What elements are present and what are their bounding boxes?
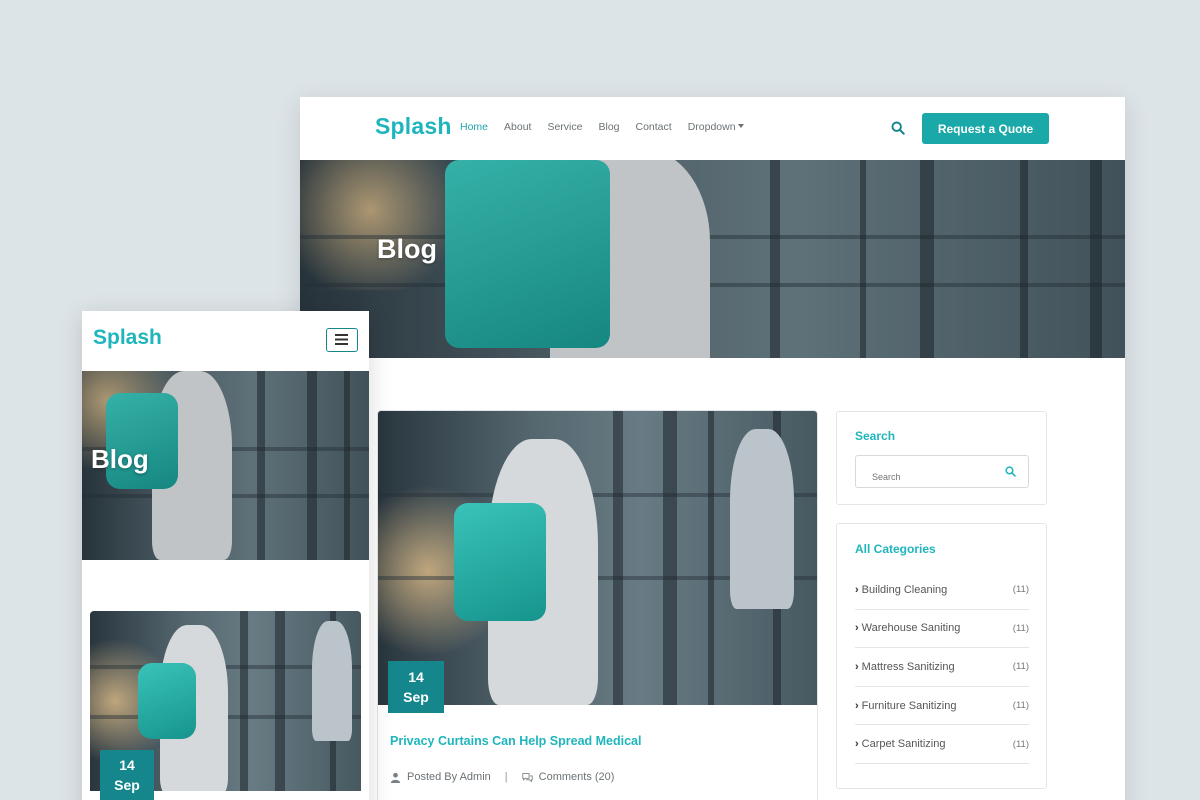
nav-item-service[interactable]: Service bbox=[547, 121, 582, 133]
mobile-mockup: Splash Blog 14 Sep bbox=[82, 311, 369, 800]
search-icon[interactable] bbox=[891, 121, 905, 135]
post-date-badge: 14 Sep bbox=[100, 750, 154, 800]
menu-icon bbox=[335, 334, 348, 345]
category-list: › Building Cleaning (11) › Warehouse Sanit… bbox=[855, 571, 1029, 764]
nav-item-dropdown[interactable]: Dropdown bbox=[688, 121, 744, 133]
category-label: › Warehouse Saniting bbox=[855, 622, 961, 635]
category-count: (11) bbox=[1012, 738, 1029, 750]
caret-down-icon bbox=[737, 124, 744, 128]
chevron-right-icon: › bbox=[855, 738, 859, 751]
post-author[interactable]: Posted By Admin bbox=[407, 771, 491, 783]
category-item-carpet-sanitizing[interactable]: › Carpet Sanitizing (11) bbox=[855, 725, 1029, 764]
nav-item-contact[interactable]: Contact bbox=[636, 121, 672, 133]
category-item-building-cleaning[interactable]: › Building Cleaning (11) bbox=[855, 571, 1029, 610]
desktop-mockup: Splash Home About Service Blog Contact D… bbox=[300, 97, 1125, 800]
post-date-badge: 14 Sep bbox=[388, 661, 444, 713]
category-count: (11) bbox=[1012, 661, 1029, 673]
post-date-day: 14 bbox=[408, 669, 424, 685]
sidebar-search-input[interactable] bbox=[855, 455, 1029, 488]
desktop-header: Splash Home About Service Blog Contact D… bbox=[300, 97, 1125, 160]
menu-toggle-button[interactable] bbox=[326, 328, 358, 352]
chevron-right-icon: › bbox=[855, 583, 859, 596]
user-icon bbox=[390, 772, 401, 783]
post-date-month: Sep bbox=[114, 777, 140, 793]
category-item-warehouse-saniting[interactable]: › Warehouse Saniting (11) bbox=[855, 610, 1029, 649]
category-count: (11) bbox=[1012, 584, 1029, 596]
post-comments[interactable]: Comments (20) bbox=[539, 771, 615, 783]
sidebar-categories-widget: All Categories › Building Cleaning (11) ›… bbox=[836, 523, 1047, 789]
desktop-hero-title: Blog bbox=[377, 234, 437, 264]
nav-item-dropdown-label: Dropdown bbox=[687, 121, 736, 133]
nav-item-home[interactable]: Home bbox=[460, 121, 488, 133]
search-icon[interactable] bbox=[1005, 466, 1016, 477]
search-widget-title: Search bbox=[855, 429, 896, 443]
category-count: (11) bbox=[1012, 700, 1029, 712]
chevron-right-icon: › bbox=[855, 622, 859, 635]
sidebar-search-widget: Search bbox=[836, 411, 1047, 505]
post-date-day: 14 bbox=[119, 757, 135, 773]
post-title[interactable]: Privacy Curtains Can Help Spread Medical bbox=[390, 734, 641, 748]
mobile-hero-banner: Blog bbox=[82, 371, 369, 560]
post-date-month: Sep bbox=[403, 689, 429, 705]
nav-item-blog[interactable]: Blog bbox=[598, 121, 619, 133]
desktop-hero-banner: Blog bbox=[300, 160, 1125, 358]
request-quote-button[interactable]: Request a Quote bbox=[922, 113, 1049, 144]
categories-widget-title: All Categories bbox=[855, 542, 936, 556]
chevron-right-icon: › bbox=[855, 699, 859, 712]
nav-item-about[interactable]: About bbox=[504, 121, 531, 133]
mobile-logo[interactable]: Splash bbox=[93, 326, 162, 350]
category-label: › Mattress Sanitizing bbox=[855, 660, 955, 673]
comments-icon bbox=[521, 772, 533, 782]
category-label: › Building Cleaning bbox=[855, 583, 948, 596]
desktop-post-card: 14 Sep Privacy Curtains Can Help Spread … bbox=[377, 410, 818, 800]
mobile-hero-title: Blog bbox=[91, 444, 149, 474]
desktop-nav: Home About Service Blog Contact Dropdown bbox=[460, 121, 744, 133]
category-item-furniture-sanitizing[interactable]: › Furniture Sanitizing (11) bbox=[855, 687, 1029, 726]
category-label: › Furniture Sanitizing bbox=[855, 699, 957, 712]
post-meta: Posted By Admin | Comments (20) bbox=[390, 771, 614, 783]
category-item-mattress-sanitizing[interactable]: › Mattress Sanitizing (11) bbox=[855, 648, 1029, 687]
category-count: (11) bbox=[1012, 622, 1029, 634]
desktop-logo[interactable]: Splash bbox=[375, 113, 452, 140]
meta-divider: | bbox=[504, 771, 508, 783]
mobile-post-card: 14 Sep bbox=[90, 611, 361, 800]
chevron-right-icon: › bbox=[855, 660, 859, 673]
mobile-header: Splash bbox=[82, 311, 369, 371]
category-label: › Carpet Sanitizing bbox=[855, 738, 946, 751]
